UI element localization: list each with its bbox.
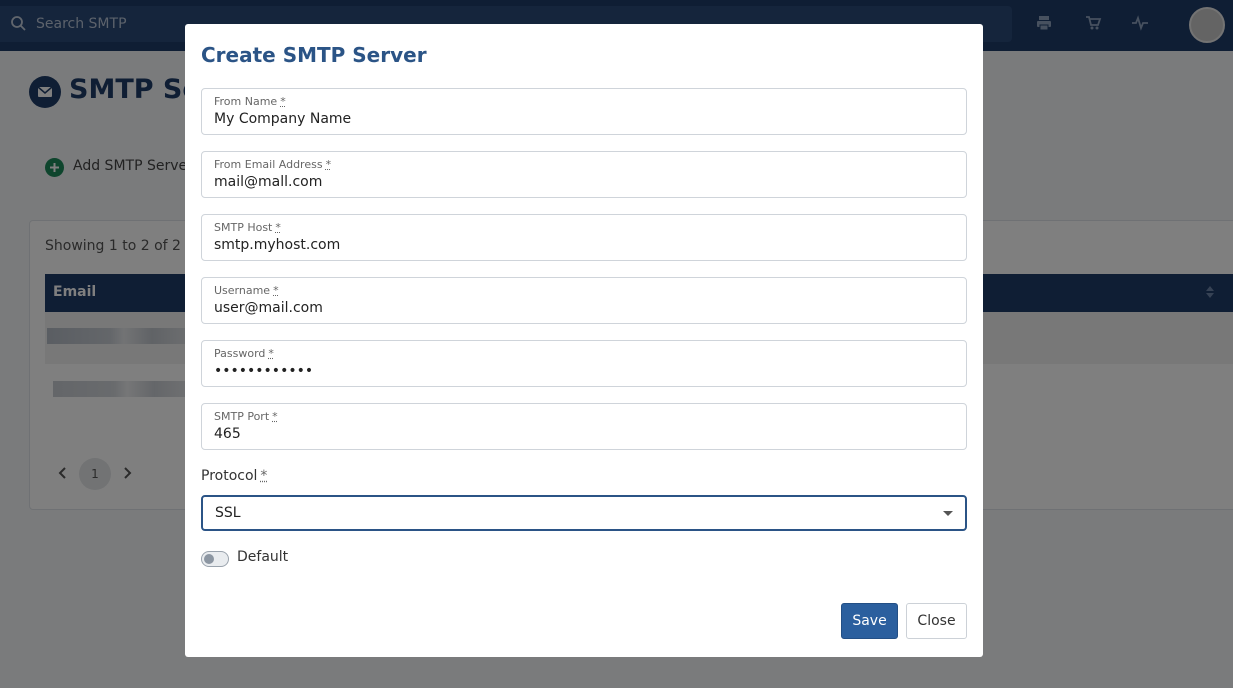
username-field[interactable]: Username *: [201, 277, 967, 324]
field-label: Username: [214, 284, 270, 297]
required-marker: *: [275, 221, 281, 234]
required-marker: *: [326, 158, 332, 171]
smtp-host-input[interactable]: [214, 237, 954, 253]
create-smtp-server-modal: Create SMTP Server From Name* From Email…: [185, 24, 983, 657]
password-field[interactable]: Password *: [201, 340, 967, 387]
caret-down-icon: [943, 511, 953, 516]
from-email-field[interactable]: From Email Address *: [201, 151, 967, 198]
protocol-label: Protocol: [201, 468, 257, 484]
field-label: SMTP Host: [214, 221, 272, 234]
smtp-port-input[interactable]: [214, 426, 954, 442]
field-label: From Email Address: [214, 158, 323, 171]
required-marker: *: [268, 347, 274, 360]
modal-title: Create SMTP Server: [201, 43, 427, 67]
required-marker: *: [273, 284, 279, 297]
protocol-selected-value: SSL: [215, 505, 241, 521]
toggle-knob: [204, 554, 214, 564]
default-toggle-label: Default: [237, 549, 288, 565]
smtp-host-field[interactable]: SMTP Host *: [201, 214, 967, 261]
from-name-field[interactable]: From Name *: [201, 88, 967, 135]
username-input[interactable]: [214, 300, 954, 316]
close-button[interactable]: Close: [906, 603, 967, 639]
required-marker: *: [280, 95, 286, 108]
from-email-input[interactable]: [214, 174, 954, 190]
required-marker: *: [260, 468, 267, 484]
password-input[interactable]: [214, 363, 954, 379]
protocol-select[interactable]: SSL: [201, 495, 967, 531]
required-marker: *: [272, 410, 278, 423]
field-label: From Name: [214, 95, 277, 108]
default-toggle[interactable]: [201, 551, 229, 567]
smtp-port-field[interactable]: SMTP Port *: [201, 403, 967, 450]
save-button[interactable]: Save: [841, 603, 898, 639]
from-name-input[interactable]: [214, 111, 954, 127]
field-label: Password: [214, 347, 265, 360]
field-label: SMTP Port: [214, 410, 269, 423]
